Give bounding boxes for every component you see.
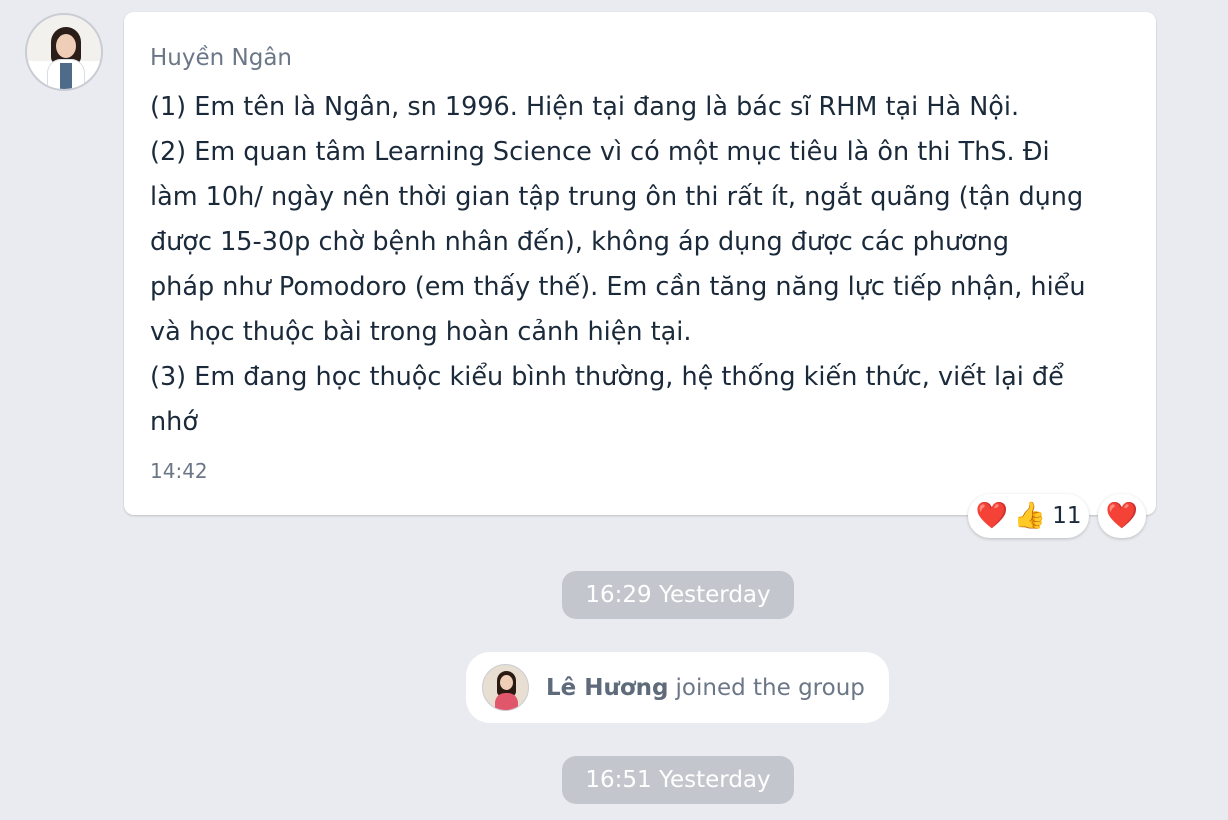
reaction-summary-button[interactable]: ❤️ 👍 11: [968, 494, 1089, 538]
message-line: làm 10h/ ngày nên thời gian tập trung ôn…: [150, 182, 1084, 212]
thumbs-up-icon: 👍: [1013, 501, 1047, 531]
join-notification: Lê Hương joined the group: [466, 652, 889, 723]
joiner-avatar[interactable]: [482, 664, 529, 711]
message-line: (1) Em tên là Ngân, sn 1996. Hiện tại đa…: [150, 92, 1020, 122]
avatar-scrub: [60, 63, 72, 89]
message-line: pháp như Pomodoro (em thấy thế). Em cần …: [150, 272, 1086, 302]
react-button[interactable]: ❤️: [1098, 494, 1146, 538]
message-bubble[interactable]: Huyền Ngân (1) Em tên là Ngân, sn 1996. …: [124, 12, 1156, 515]
date-separator: 16:51 Yesterday: [562, 756, 794, 804]
sender-avatar[interactable]: [25, 13, 103, 91]
sender-name[interactable]: Huyền Ngân: [150, 45, 292, 71]
message-line: và học thuộc bài trong hoàn cảnh hiện tạ…: [150, 317, 692, 347]
date-separator: 16:29 Yesterday: [562, 571, 794, 619]
message-line: (3) Em đang học thuộc kiểu bình thường, …: [150, 362, 1064, 392]
message-line: được 15-30p chờ bệnh nhân đến), không áp…: [150, 227, 1010, 257]
chat-view: Huyền Ngân (1) Em tên là Ngân, sn 1996. …: [0, 0, 1228, 820]
message-line: nhớ: [150, 407, 198, 437]
joiner-name[interactable]: Lê Hương: [546, 675, 669, 701]
avatar-face: [500, 675, 513, 690]
message-text: (1) Em tên là Ngân, sn 1996. Hiện tại đa…: [150, 85, 1140, 445]
message-line: (2) Em quan tâm Learning Science vì có m…: [150, 137, 1050, 167]
message-timestamp: 14:42: [150, 459, 208, 483]
heart-icon: ❤️: [975, 501, 1008, 531]
avatar-face: [56, 34, 76, 58]
join-text: joined the group: [675, 674, 865, 701]
reaction-count: 11: [1052, 503, 1082, 529]
heart-icon: ❤️: [1105, 501, 1139, 531]
avatar-dress: [495, 693, 518, 710]
